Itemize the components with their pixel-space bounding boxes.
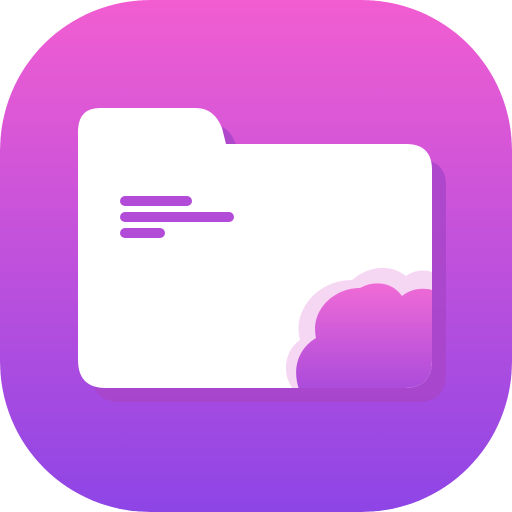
text-line xyxy=(120,212,234,222)
canvas xyxy=(0,0,512,512)
text-line xyxy=(120,228,165,238)
cloud-folder-icon xyxy=(0,0,512,512)
text-line xyxy=(120,196,192,206)
app-icon[interactable] xyxy=(0,0,512,512)
